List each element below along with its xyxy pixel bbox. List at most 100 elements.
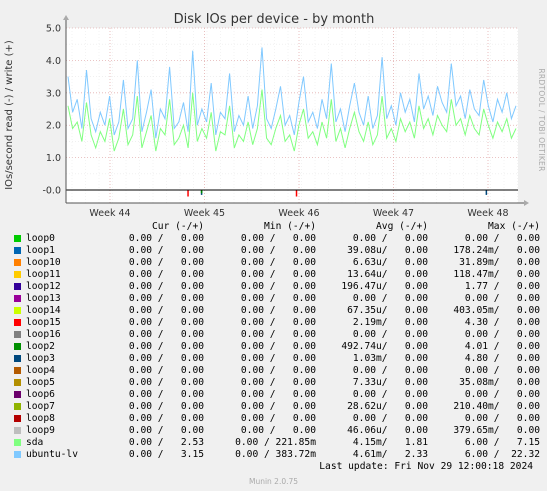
legend-min-value: 0.00 / 0.00 bbox=[240, 377, 316, 388]
x-tick-label: Week 45 bbox=[184, 208, 225, 219]
legend-max-value: 403.05m/ 0.00 bbox=[453, 305, 540, 316]
y-tick-label: 1.0 bbox=[46, 153, 61, 164]
legend-cur-value: 0.00 / 0.00 bbox=[128, 329, 204, 340]
legend-cur-value: 0.00 / 0.00 bbox=[128, 413, 204, 424]
legend-min-value: 0.00 / 0.00 bbox=[240, 257, 316, 268]
legend-min-value: 0.00 / 0.00 bbox=[240, 329, 316, 340]
y-axis-label: IOs/second read (-) / write (+) bbox=[4, 40, 15, 190]
legend-swatch bbox=[14, 259, 21, 266]
legend-max-value: 1.77 / 0.00 bbox=[464, 281, 540, 292]
legend-min-value: 0.00 / 0.00 bbox=[240, 281, 316, 292]
legend-max-value: 379.65m/ 0.00 bbox=[453, 425, 540, 436]
y-tick-label: 5.0 bbox=[46, 24, 61, 35]
legend-row-loop5: loop5 0.00 / 0.00 0.00 / 0.00 7.33u/ 0.00 35… bbox=[12, 377, 540, 389]
legend-max-value: 4.80 / 0.00 bbox=[464, 353, 540, 364]
legend-cur-value: 0.00 / 0.00 bbox=[128, 233, 204, 244]
legend-device-name: loop10 bbox=[26, 257, 61, 268]
legend-avg-value: 0.00 / 0.00 bbox=[352, 293, 428, 304]
legend-device-name: loop15 bbox=[26, 317, 61, 328]
legend-device-name: loop2 bbox=[26, 341, 55, 352]
legend-min-value: 0.00 / 221.85m bbox=[235, 437, 316, 448]
legend-swatch bbox=[14, 367, 21, 374]
legend-max-value: 6.00 / 7.15 bbox=[464, 437, 540, 448]
legend-swatch bbox=[14, 235, 21, 242]
legend-avg-value: 196.47u/ 0.00 bbox=[341, 281, 428, 292]
legend-max-value: 0.00 / 0.00 bbox=[464, 293, 540, 304]
legend-device-name: sda bbox=[26, 437, 44, 448]
chart-title: Disk IOs per device - by month bbox=[174, 12, 375, 27]
legend-swatch bbox=[14, 343, 21, 350]
legend-device-name: loop6 bbox=[26, 389, 55, 400]
header-max: Max (-/+) bbox=[488, 221, 540, 232]
legend-cur-value: 0.00 / 0.00 bbox=[128, 257, 204, 268]
legend-device-name: loop11 bbox=[26, 269, 61, 280]
legend-row-loop3: loop3 0.00 / 0.00 0.00 / 0.00 1.03m/ 0.00 4.… bbox=[12, 353, 540, 365]
legend-min-value: 0.00 / 0.00 bbox=[240, 305, 316, 316]
y-tick-label: 3.0 bbox=[46, 88, 61, 99]
legend-cur-value: 0.00 / 0.00 bbox=[128, 341, 204, 352]
munin-version: Munin 2.0.75 bbox=[248, 477, 299, 486]
legend-avg-value: 46.06u/ 0.00 bbox=[347, 425, 428, 436]
legend-header: Cur (-/+) Min (-/+) Avg (-/+) Max (-/+) bbox=[12, 221, 540, 233]
legend-device-name: loop4 bbox=[26, 365, 55, 376]
legend-swatch bbox=[14, 307, 21, 314]
legend-rows: loop0 0.00 / 0.00 0.00 / 0.00 0.00 / 0.00 0.… bbox=[12, 233, 540, 461]
legend-row-loop16: loop16 0.00 / 0.00 0.00 / 0.00 0.00 / 0.00 0… bbox=[12, 329, 540, 341]
legend-max-value: 31.89m/ 0.00 bbox=[459, 257, 540, 268]
legend-max-value: 210.40m/ 0.00 bbox=[453, 401, 540, 412]
legend-row-loop14: loop14 0.00 / 0.00 0.00 / 0.00 67.35u/ 0.00… bbox=[12, 305, 540, 317]
legend-min-value: 0.00 / 0.00 bbox=[240, 269, 316, 280]
x-tick-label: Week 48 bbox=[467, 208, 508, 219]
legend-max-value: 35.08m/ 0.00 bbox=[459, 377, 540, 388]
legend-device-name: loop7 bbox=[26, 401, 55, 412]
legend-device-name: loop1 bbox=[26, 245, 55, 256]
legend-max-value: 178.24m/ 0.00 bbox=[453, 245, 540, 256]
legend-row-loop6: loop6 0.00 / 0.00 0.00 / 0.00 0.00 / 0.00 0.… bbox=[12, 389, 540, 401]
legend-row-loop15: loop15 0.00 / 0.00 0.00 / 0.00 2.19m/ 0.00 4… bbox=[12, 317, 540, 329]
legend-max-value: 118.47m/ 0.00 bbox=[453, 269, 540, 280]
legend-avg-value: 1.03m/ 0.00 bbox=[352, 353, 428, 364]
legend-min-value: 0.00 / 0.00 bbox=[240, 413, 316, 424]
legend-max-value: 0.00 / 0.00 bbox=[464, 329, 540, 340]
legend-cur-value: 0.00 / 0.00 bbox=[128, 281, 204, 292]
legend-cur-value: 0.00 / 0.00 bbox=[128, 269, 204, 280]
legend-min-value: 0.00 / 0.00 bbox=[240, 389, 316, 400]
legend-avg-value: 28.62u/ 0.00 bbox=[347, 401, 428, 412]
legend-cur-value: 0.00 / 0.00 bbox=[128, 425, 204, 436]
legend-avg-value: 7.33u/ 0.00 bbox=[352, 377, 428, 388]
legend-min-value: 0.00 / 0.00 bbox=[240, 293, 316, 304]
legend-avg-value: 0.00 / 0.00 bbox=[352, 329, 428, 340]
legend-min-value: 0.00 / 0.00 bbox=[240, 365, 316, 376]
legend-min-value: 0.00 / 0.00 bbox=[240, 233, 316, 244]
header-cur: Cur (-/+) bbox=[152, 221, 204, 232]
legend-swatch bbox=[14, 391, 21, 398]
legend-min-value: 0.00 / 0.00 bbox=[240, 353, 316, 364]
legend-swatch bbox=[14, 295, 21, 302]
legend-device-name: loop0 bbox=[26, 233, 55, 244]
legend-avg-value: 492.74u/ 0.00 bbox=[341, 341, 428, 352]
legend-min-value: 0.00 / 0.00 bbox=[240, 341, 316, 352]
legend-max-value: 4.01 / 0.00 bbox=[464, 341, 540, 352]
legend-device-name: ubuntu-lv bbox=[26, 449, 78, 460]
legend-avg-value: 4.61m/ 2.33 bbox=[352, 449, 428, 460]
legend-swatch bbox=[14, 283, 21, 290]
legend-cur-value: 0.00 / 0.00 bbox=[128, 305, 204, 316]
legend-swatch bbox=[14, 415, 21, 422]
legend-avg-value: 6.63u/ 0.00 bbox=[352, 257, 428, 268]
header-avg: Avg (-/+) bbox=[376, 221, 428, 232]
legend-row-loop13: loop13 0.00 / 0.00 0.00 / 0.00 0.00 / 0.00 0… bbox=[12, 293, 540, 305]
legend-cur-value: 0.00 / 3.15 bbox=[128, 449, 204, 460]
legend-max-value: 4.30 / 0.00 bbox=[464, 317, 540, 328]
legend-row-loop7: loop7 0.00 / 0.00 0.00 / 0.00 28.62u/ 0.00 2… bbox=[12, 401, 540, 413]
x-tick-label: Week 46 bbox=[278, 208, 319, 219]
legend-cur-value: 0.00 / 0.00 bbox=[128, 365, 204, 376]
legend-min-value: 0.00 / 0.00 bbox=[240, 317, 316, 328]
legend-device-name: loop13 bbox=[26, 293, 61, 304]
legend-avg-value: 13.64u/ 0.00 bbox=[347, 269, 428, 280]
legend-min-value: 0.00 / 0.00 bbox=[240, 425, 316, 436]
legend-row-loop9: loop9 0.00 / 0.00 0.00 / 0.00 46.06u/ 0.00 3… bbox=[12, 425, 540, 437]
legend-cur-value: 0.00 / 0.00 bbox=[128, 317, 204, 328]
legend-avg-value: 0.00 / 0.00 bbox=[352, 389, 428, 400]
legend-min-value: 0.00 / 0.00 bbox=[240, 401, 316, 412]
legend-avg-value: 2.19m/ 0.00 bbox=[352, 317, 428, 328]
